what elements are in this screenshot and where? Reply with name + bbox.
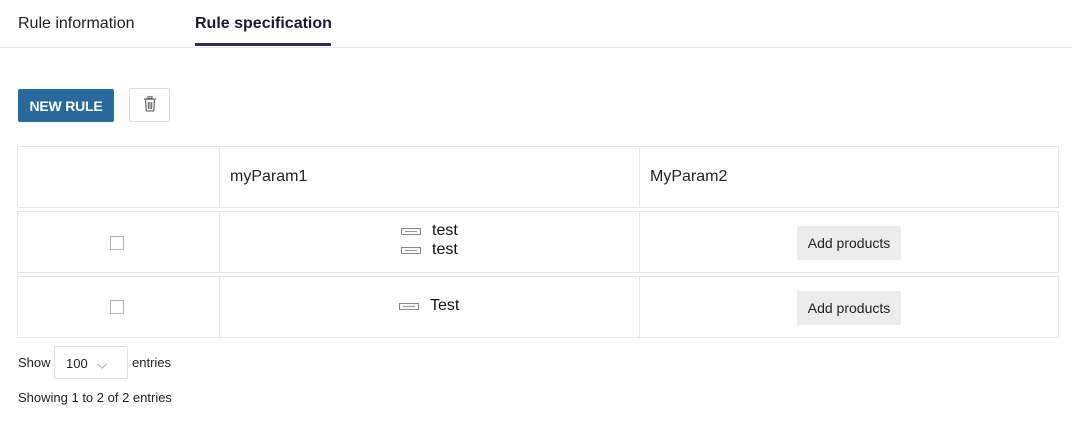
table-row: Test Add products (17, 276, 1059, 338)
value-text: Test (430, 297, 460, 314)
delete-button[interactable] (129, 88, 170, 122)
myparam2-cell: Add products (640, 277, 1058, 337)
row-checkbox[interactable] (110, 300, 124, 314)
show-label: Show (18, 355, 51, 370)
select-cell (18, 277, 220, 337)
page-size-select[interactable]: 100 (54, 346, 128, 379)
thumbnail-icon (401, 246, 421, 254)
column-header-label: MyParam2 (650, 168, 728, 185)
value-item: test (401, 222, 458, 240)
add-products-button[interactable]: Add products (797, 291, 901, 325)
myparam2-cell: Add products (640, 212, 1058, 272)
table-row: test test Add products (17, 211, 1059, 273)
trash-icon (143, 95, 157, 115)
tab-rule-specification[interactable]: Rule specification (195, 14, 332, 34)
tab-bar: Rule information Rule specification (0, 0, 1072, 48)
new-rule-button[interactable]: NEW RULE (18, 89, 114, 122)
column-header-label: myParam1 (230, 168, 308, 185)
entries-label: entries (132, 355, 172, 370)
myparam1-cell: Test (220, 277, 640, 337)
header-select-cell (18, 147, 220, 207)
table-header: myParam1 MyParam2 (17, 146, 1059, 208)
value-text: test (432, 222, 458, 239)
select-cell (18, 212, 220, 272)
rule-editor: Rule information Rule specification NEW … (0, 0, 1072, 432)
header-myparam2[interactable]: MyParam2 (640, 147, 1058, 207)
page-size-value: 100 (66, 356, 88, 371)
thumbnail-icon (399, 302, 419, 310)
table-info: Showing 1 to 2 of 2 entries (18, 390, 172, 405)
active-tab-indicator (195, 43, 331, 46)
row-checkbox[interactable] (110, 236, 124, 250)
thumbnail-icon (401, 227, 421, 235)
add-products-button[interactable]: Add products (797, 226, 901, 260)
value-item: test (401, 241, 458, 259)
chevron-down-icon (96, 357, 108, 375)
value-item: Test (399, 297, 459, 315)
tab-rule-information[interactable]: Rule information (18, 14, 135, 34)
header-myparam1[interactable]: myParam1 (220, 147, 640, 207)
myparam1-cell: test test (220, 212, 640, 272)
value-text: test (432, 241, 458, 258)
